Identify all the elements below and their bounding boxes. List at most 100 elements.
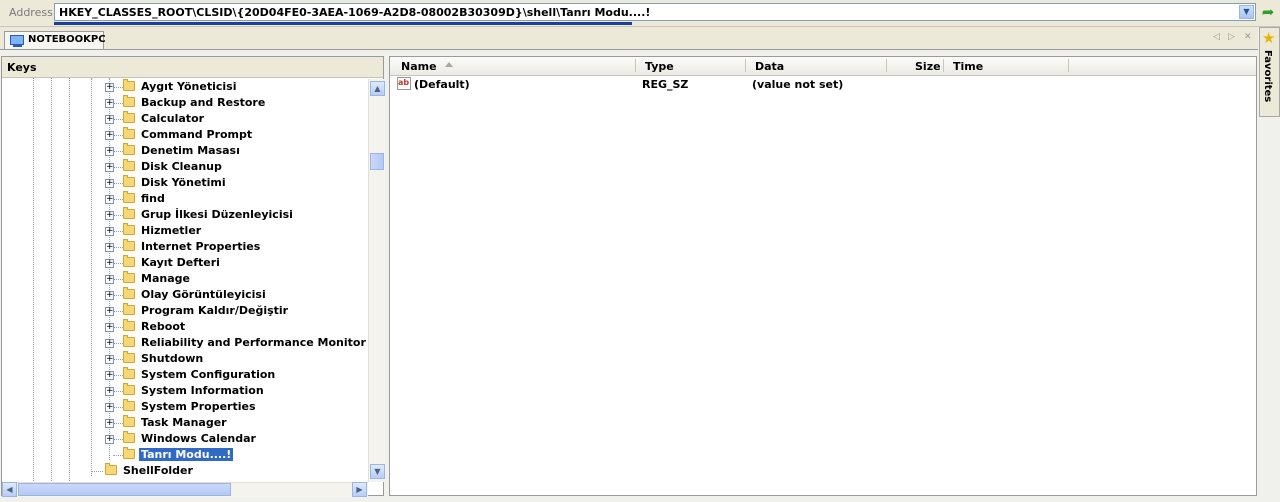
expand-plus-icon[interactable]: + — [105, 323, 114, 332]
tree-item-label: System Information — [141, 384, 264, 397]
tree-item[interactable]: + Backup and Restore — [2, 95, 367, 111]
tree-item[interactable]: + Disk Cleanup — [2, 159, 367, 175]
favorites-label: Favorites — [1262, 50, 1273, 103]
tree-item[interactable]: + Kayıt Defteri — [2, 255, 367, 271]
expand-plus-icon[interactable]: + — [105, 355, 114, 364]
column-divider[interactable] — [1068, 59, 1069, 72]
column-header-name[interactable]: Name — [401, 60, 437, 73]
scroll-left-icon[interactable]: ◀ — [2, 482, 17, 497]
expand-plus-icon[interactable]: + — [105, 403, 114, 412]
tree-item[interactable]: + System Configuration — [2, 367, 367, 383]
tree-item-label: Reboot — [141, 320, 186, 333]
tree-item[interactable]: + System Information — [2, 383, 367, 399]
go-arrow-icon[interactable]: ➦ — [1259, 3, 1277, 21]
tree-item[interactable]: + Reboot — [2, 319, 367, 335]
tree-connector — [113, 135, 123, 136]
tree-item-label: Reliability and Performance Monitor — [141, 336, 366, 349]
tab-close-icon[interactable]: ✕ — [1244, 32, 1252, 42]
folder-icon — [123, 223, 135, 235]
tree-item-label: Shutdown — [141, 352, 204, 365]
tree-item-label: System Properties — [141, 400, 256, 413]
tree-connector — [113, 279, 123, 280]
tree-item[interactable]: + Calculator — [2, 111, 367, 127]
folder-icon — [123, 303, 135, 315]
chevron-down-icon[interactable]: ▼ — [1239, 5, 1254, 19]
tree-item[interactable]: + Reliability and Performance Monitor — [2, 335, 367, 351]
values-list-header: Name Type Data Size Time — [390, 57, 1256, 76]
folder-icon — [123, 431, 135, 443]
tree-item[interactable]: + Windows Calendar — [2, 431, 367, 447]
expand-plus-icon[interactable]: + — [105, 243, 114, 252]
expand-plus-icon[interactable]: + — [105, 115, 114, 124]
tree-item-label: Task Manager — [141, 416, 227, 429]
tree-connector — [113, 295, 123, 296]
tree-item[interactable]: + Hizmetler — [2, 223, 367, 239]
tree-item[interactable]: + Internet Properties — [2, 239, 367, 255]
address-label: Address — [9, 6, 53, 19]
address-bar: Address HKEY_CLASSES_ROOT\CLSID\{20D04FE… — [0, 0, 1280, 27]
star-icon: ★ — [1262, 29, 1276, 47]
column-divider[interactable] — [745, 59, 746, 72]
scroll-down-icon[interactable]: ▼ — [370, 464, 385, 479]
expand-plus-icon[interactable]: + — [105, 275, 114, 284]
expand-plus-icon[interactable]: + — [105, 371, 114, 380]
tab-scroll-right-icon[interactable]: ▷ — [1228, 32, 1235, 42]
tab-computer[interactable]: NOTEBOOKPC — [4, 31, 106, 49]
column-header-size[interactable]: Size — [915, 60, 941, 73]
column-divider[interactable] — [886, 59, 887, 72]
folder-icon — [123, 447, 135, 459]
column-divider[interactable] — [943, 59, 944, 72]
tree-item-label: Denetim Masası — [141, 144, 240, 157]
expand-plus-icon[interactable]: + — [105, 419, 114, 428]
expand-plus-icon[interactable]: + — [105, 131, 114, 140]
expand-plus-icon[interactable]: + — [105, 227, 114, 236]
address-path[interactable]: HKEY_CLASSES_ROOT\CLSID\{20D04FE0-3AEA-1… — [59, 6, 650, 19]
column-header-time[interactable]: Time — [953, 60, 983, 73]
expand-plus-icon[interactable]: + — [105, 307, 114, 316]
tree-connector — [113, 87, 123, 88]
scroll-right-icon[interactable]: ▶ — [352, 482, 367, 497]
tree-item[interactable]: + Command Prompt — [2, 127, 367, 143]
folder-icon — [123, 127, 135, 139]
vertical-scrollbar[interactable]: ▲ ▼ — [368, 79, 385, 482]
address-input[interactable]: HKEY_CLASSES_ROOT\CLSID\{20D04FE0-3AEA-1… — [54, 3, 1256, 21]
tab-scroll-left-icon[interactable]: ◁ — [1213, 32, 1220, 42]
expand-plus-icon[interactable]: + — [105, 211, 114, 220]
column-header-type[interactable]: Type — [645, 60, 674, 73]
tree-item-selected[interactable]: Tanrı Modu....! — [2, 447, 367, 463]
expand-plus-icon[interactable]: + — [105, 387, 114, 396]
tree-item[interactable]: + System Properties — [2, 399, 367, 415]
keys-pane: Keys + Aygıt Yöneticisi + Backup and Restor… — [1, 56, 385, 497]
tree-item[interactable]: + find — [2, 191, 367, 207]
tree-item[interactable]: + Olay Görüntüleyicisi — [2, 287, 367, 303]
tree-item[interactable]: + Shutdown — [2, 351, 367, 367]
expand-plus-icon[interactable]: + — [105, 435, 114, 444]
expand-plus-icon[interactable]: + — [105, 163, 114, 172]
vertical-scroll-thumb[interactable] — [370, 153, 384, 170]
folder-icon — [123, 271, 135, 283]
scroll-up-icon[interactable]: ▲ — [370, 81, 385, 96]
tree-item[interactable]: + Aygıt Yöneticisi — [2, 79, 367, 95]
tree-item[interactable]: + Program Kaldır/Değiştir — [2, 303, 367, 319]
tree-item-shellfolder[interactable]: ShellFolder — [2, 463, 367, 479]
tree-item[interactable]: + Grup İlkesi Düzenleyicisi — [2, 207, 367, 223]
expand-plus-icon[interactable]: + — [105, 99, 114, 108]
sort-ascending-icon — [445, 62, 453, 67]
tree-item[interactable]: + Task Manager — [2, 415, 367, 431]
tree-item[interactable]: + Disk Yönetimi — [2, 175, 367, 191]
horizontal-scrollbar[interactable]: ◀ ▶ — [2, 482, 368, 497]
tree-item[interactable]: + Denetim Masası — [2, 143, 367, 159]
expand-plus-icon[interactable]: + — [105, 291, 114, 300]
column-header-data[interactable]: Data — [755, 60, 784, 73]
favorites-panel-tab[interactable]: ★ Favorites — [1259, 27, 1280, 117]
expand-plus-icon[interactable]: + — [105, 259, 114, 268]
expand-plus-icon[interactable]: + — [105, 179, 114, 188]
expand-plus-icon[interactable]: + — [105, 83, 114, 92]
expand-plus-icon[interactable]: + — [105, 339, 114, 348]
horizontal-scroll-thumb[interactable] — [18, 483, 231, 496]
table-row[interactable]: ab (Default) REG_SZ (value not set) — [390, 76, 1256, 93]
expand-plus-icon[interactable]: + — [105, 147, 114, 156]
tree-item[interactable]: + Manage — [2, 271, 367, 287]
column-divider[interactable] — [635, 59, 636, 72]
expand-plus-icon[interactable]: + — [105, 195, 114, 204]
